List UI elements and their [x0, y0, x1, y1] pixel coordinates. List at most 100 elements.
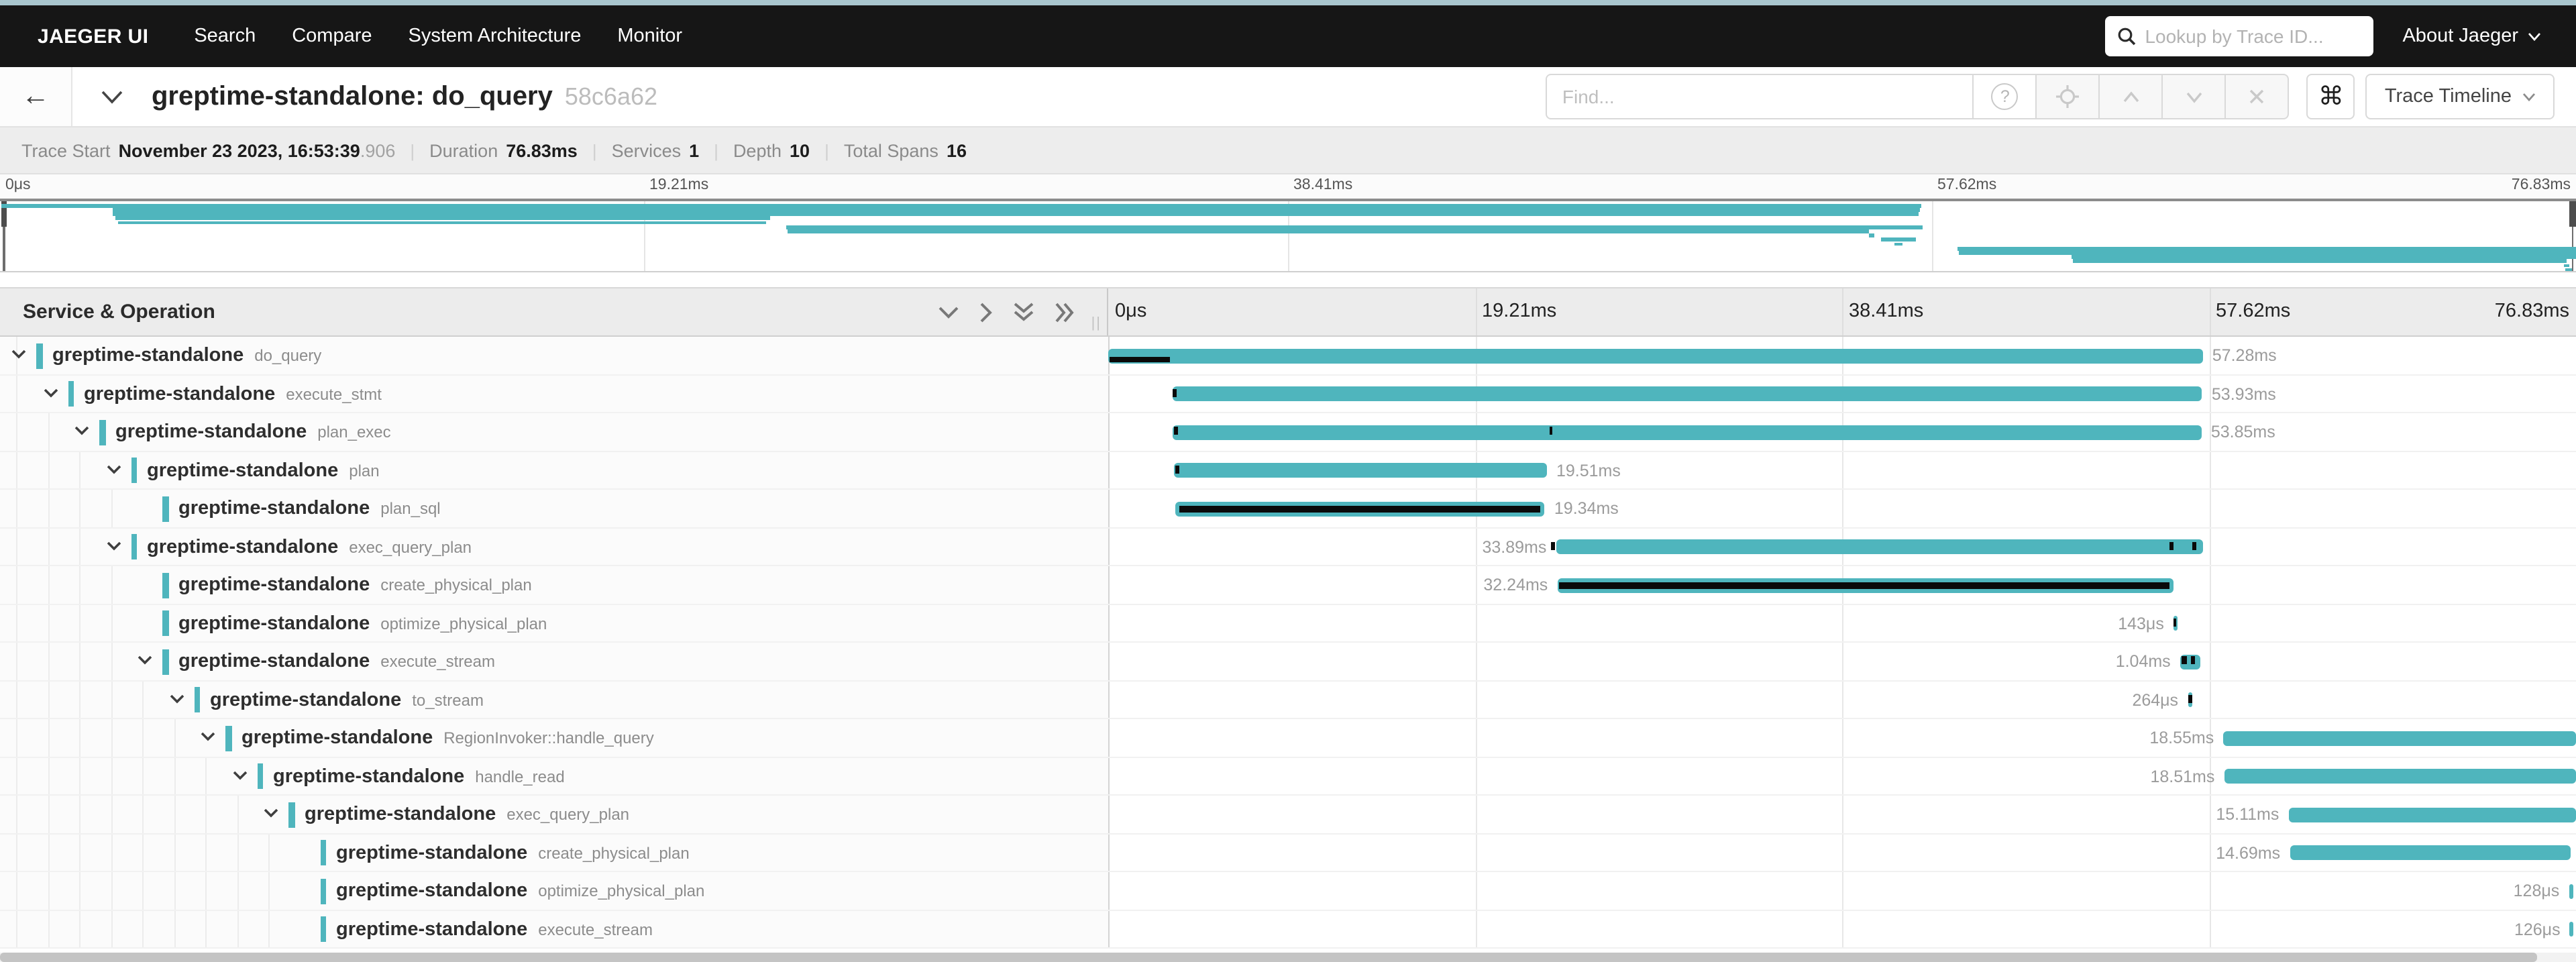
span-bar-cell[interactable]: 18.51ms	[1108, 757, 2576, 794]
span-name-cell[interactable]: greptime-standaloneto_stream	[0, 681, 1108, 718]
span-bar[interactable]	[2570, 922, 2574, 937]
nav-item-system-architecture[interactable]: System Architecture	[409, 25, 582, 47]
expand-chevron-icon[interactable]	[263, 808, 279, 818]
find-input[interactable]	[1546, 74, 1974, 119]
span-bar-cell[interactable]: 143μs	[1108, 604, 2576, 641]
collapse-one-icon[interactable]	[938, 305, 959, 319]
span-bar-cell[interactable]: 15.11ms	[1108, 796, 2576, 833]
indent-guide	[111, 834, 112, 871]
back-button[interactable]: ←	[0, 67, 72, 126]
span-name-cell[interactable]: greptime-standaloneoptimize_physical_pla…	[0, 604, 1108, 641]
span-bar[interactable]	[1172, 387, 2202, 402]
span-bar-cell[interactable]: 18.55ms	[1108, 719, 2576, 756]
collapse-all-icon[interactable]	[1013, 302, 1034, 322]
trace-view-type-select[interactable]: Trace Timeline	[2366, 74, 2555, 119]
expand-chevron-icon[interactable]	[168, 693, 184, 704]
span-log-mark	[1173, 388, 1177, 396]
focus-span-button[interactable]	[2037, 74, 2100, 119]
span-row: greptime-standalonecreate_physical_plan …	[0, 834, 2576, 872]
span-bar-cell[interactable]: 19.34ms	[1108, 490, 2576, 527]
span-labels: greptime-standaloneRegionInvoker::handle…	[241, 719, 654, 756]
expand-chevron-icon[interactable]	[11, 349, 27, 360]
span-bar[interactable]	[1173, 425, 2202, 440]
span-bar[interactable]	[2290, 846, 2570, 861]
duration-label: 33.89ms	[1482, 528, 1546, 566]
expand-chevron-icon[interactable]	[200, 731, 216, 742]
span-bar[interactable]	[2288, 808, 2576, 822]
minimap-right-scrubber[interactable]	[2571, 201, 2573, 271]
indent-guide	[16, 757, 17, 794]
trace-minimap[interactable]	[0, 199, 2576, 272]
minimap-left-scrubber[interactable]	[3, 201, 5, 271]
expand-chevron-icon[interactable]	[105, 464, 121, 474]
expand-chevron-icon[interactable]	[74, 425, 90, 436]
span-name-cell[interactable]: greptime-standaloneplan_sql	[0, 490, 1108, 527]
span-bar-cell[interactable]: 32.24ms	[1108, 566, 2576, 603]
indent-guide	[16, 910, 17, 947]
span-name-cell[interactable]: greptime-standaloneexecute_stream	[0, 643, 1108, 680]
expand-chevron-icon[interactable]	[137, 655, 153, 665]
collapse-trace-header-button[interactable]	[101, 89, 123, 104]
span-name-cell[interactable]: greptime-standaloneplan	[0, 451, 1108, 488]
span-name-cell[interactable]: greptime-standalonedo_query	[0, 337, 1108, 374]
span-bar[interactable]	[1556, 540, 2203, 555]
expand-chevron-icon[interactable]	[42, 387, 58, 398]
span-bar[interactable]	[2569, 884, 2573, 899]
span-bar-cell[interactable]: 264μs	[1108, 681, 2576, 718]
minimap-span-line	[2074, 260, 2566, 264]
column-resize-handle[interactable]: ||	[1091, 315, 1102, 331]
indent-guide	[79, 910, 80, 947]
find-clear-button[interactable]	[2226, 74, 2290, 119]
span-bar-cell[interactable]: 14.69ms	[1108, 834, 2576, 871]
app-logo[interactable]: JAEGER UI	[38, 25, 148, 48]
nav-item-monitor[interactable]: Monitor	[617, 25, 682, 47]
span-name-cell[interactable]: greptime-standaloneexecute_stmt	[0, 375, 1108, 412]
span-name-cell[interactable]: greptime-standalonehandle_read	[0, 757, 1108, 794]
span-bar-cell[interactable]: 53.85ms	[1108, 413, 2576, 450]
indent-guide	[48, 910, 49, 947]
indent-guide	[142, 719, 144, 756]
keyboard-shortcuts-button[interactable]: ⌘	[2307, 74, 2355, 119]
about-jaeger-menu[interactable]: About Jaeger	[2402, 25, 2541, 47]
span-bar[interactable]	[1109, 349, 2203, 364]
span-name-cell[interactable]: greptime-standalonecreate_physical_plan	[0, 834, 1108, 871]
expand-chevron-icon[interactable]	[231, 769, 248, 780]
operation-name: execute_stream	[538, 910, 653, 947]
span-name-cell[interactable]: greptime-standaloneoptimize_physical_pla…	[0, 872, 1108, 909]
scrollbar-thumb[interactable]	[0, 953, 2537, 962]
span-bar[interactable]	[2223, 731, 2576, 746]
horizontal-scrollbar[interactable]	[0, 953, 2576, 962]
span-bar[interactable]	[2224, 769, 2576, 784]
span-name-cell[interactable]: greptime-standaloneplan_exec	[0, 413, 1108, 450]
nav-item-compare[interactable]: Compare	[292, 25, 372, 47]
span-bar-cell[interactable]: 1.04ms	[1108, 643, 2576, 680]
minimap-span-line	[112, 208, 1920, 212]
expand-chevron-icon[interactable]	[105, 540, 121, 551]
span-bar-cell[interactable]: 57.28ms	[1108, 337, 2576, 374]
span-bar-cell[interactable]: 33.89ms	[1108, 528, 2576, 565]
span-name-cell[interactable]: greptime-standaloneexec_query_plan	[0, 528, 1108, 565]
span-name-cell[interactable]: greptime-standaloneexec_query_plan	[0, 796, 1108, 833]
span-bar-cell[interactable]: 53.93ms	[1108, 375, 2576, 412]
indent-guide	[48, 566, 49, 603]
span-bar-cell[interactable]: 19.51ms	[1108, 451, 2576, 488]
span-name-cell[interactable]: greptime-standaloneRegionInvoker::handle…	[0, 719, 1108, 756]
find-prev-button[interactable]	[2100, 74, 2163, 119]
expand-all-icon[interactable]	[1055, 301, 1075, 323]
span-bar[interactable]	[1174, 464, 1547, 478]
expand-one-icon[interactable]	[979, 301, 993, 323]
span-name-cell[interactable]: greptime-standaloneexecute_stream	[0, 910, 1108, 947]
span-labels: greptime-standalonecreate_physical_plan	[178, 566, 532, 603]
trace-title-bar: ← greptime-standalone: do_query58c6a62 ?	[0, 67, 2576, 127]
span-bar-cell[interactable]: 126μs	[1108, 910, 2576, 947]
indent-guide	[205, 796, 207, 833]
axis-tick-label: 76.83ms	[2512, 177, 2571, 193]
span-name-cell[interactable]: greptime-standalonecreate_physical_plan	[0, 566, 1108, 603]
scrubber-grip[interactable]	[2569, 201, 2575, 227]
span-bar-cell[interactable]: 128μs	[1108, 872, 2576, 909]
indent-guide	[142, 796, 144, 833]
trace-id-lookup-input[interactable]: Lookup by Trace ID...	[2104, 16, 2373, 56]
nav-item-search[interactable]: Search	[194, 25, 256, 47]
find-help-button[interactable]: ?	[1974, 74, 2037, 119]
find-next-button[interactable]	[2163, 74, 2226, 119]
